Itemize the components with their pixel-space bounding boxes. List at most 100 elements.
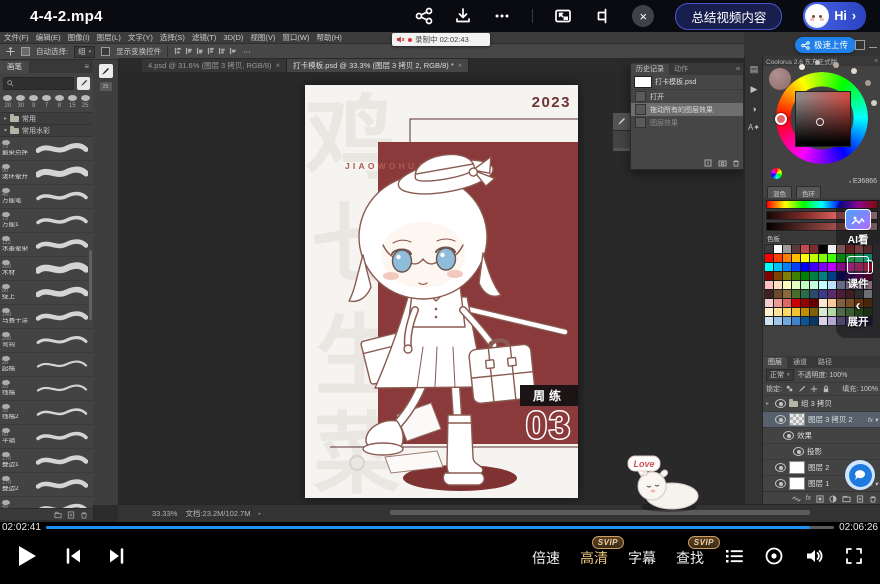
history-item[interactable]: 图层效果 (631, 116, 743, 129)
color-swatch[interactable] (810, 299, 818, 307)
color-swatch[interactable] (783, 290, 791, 298)
expand-button[interactable]: ‹ 展开 (848, 300, 869, 329)
color-swatch[interactable] (765, 263, 773, 271)
color-swatch[interactable] (801, 281, 809, 289)
zoom-level[interactable]: 33.33% (152, 509, 177, 518)
menu-item[interactable]: 滤镜(T) (192, 32, 217, 43)
satellite-swatch[interactable] (833, 62, 839, 68)
brush-list-item[interactable]: 60平铺 (0, 425, 93, 449)
brush-size-cell[interactable]: 25 (79, 95, 91, 109)
options-more-icon[interactable]: ⋯ (243, 47, 251, 56)
hue-cursor[interactable] (775, 113, 787, 125)
align-icon[interactable] (185, 47, 193, 57)
brush-group-row[interactable]: ▸常用 (0, 113, 93, 125)
tab-actions[interactable]: 动作 (669, 64, 693, 74)
color-swatch[interactable] (810, 281, 818, 289)
color-swatch[interactable] (765, 308, 773, 316)
brush-list-item[interactable]: 30线稿2 (0, 401, 93, 425)
mini-wheel-icon[interactable] (771, 168, 782, 179)
active-tool-button[interactable] (99, 64, 113, 78)
layer-effects-icon[interactable]: fx (806, 495, 811, 502)
color-swatch[interactable] (783, 317, 791, 325)
color-swatch[interactable] (783, 308, 791, 316)
new-snapshot-icon[interactable] (718, 159, 727, 167)
color-swatch[interactable] (774, 317, 782, 325)
opacity-value[interactable]: 不透明度: 100% (798, 370, 848, 380)
previous-episode-button[interactable] (64, 547, 82, 570)
visibility-eye-icon[interactable] (783, 431, 794, 440)
menu-item[interactable]: 视图(V) (250, 32, 275, 43)
align-icon[interactable] (174, 47, 182, 57)
brush-list-item[interactable]: 20起稿 (0, 353, 93, 377)
ai-panel-icon[interactable]: A✦ (748, 123, 760, 132)
color-swatch[interactable] (774, 299, 782, 307)
foreground-color-swatch[interactable] (769, 68, 791, 90)
color-swatch[interactable] (765, 299, 773, 307)
align-icon[interactable] (229, 47, 237, 57)
satellite-swatch[interactable] (799, 64, 805, 70)
color-swatch[interactable] (765, 317, 773, 325)
color-swatch[interactable] (819, 254, 827, 262)
color-swatch[interactable] (792, 281, 800, 289)
brush-list-item[interactable]: 90泼环晕开 (0, 161, 93, 185)
summarize-video-button[interactable]: 总结视频内容 (675, 3, 782, 30)
recent-brush-sizes[interactable]: 20309781525 (0, 93, 93, 113)
color-swatch[interactable] (783, 254, 791, 262)
chat-float-button[interactable] (845, 460, 875, 490)
menu-item[interactable]: 文件(F) (4, 32, 29, 43)
fill-value[interactable]: 填充: 100% (842, 384, 878, 394)
layers-tab[interactable]: 图层 (763, 357, 787, 368)
blend-mode-dropdown[interactable]: 正常▾ (766, 369, 794, 381)
color-swatch[interactable] (828, 281, 836, 289)
align-icon[interactable] (196, 47, 204, 57)
new-group-icon[interactable] (842, 495, 851, 503)
color-swatch[interactable] (801, 317, 809, 325)
more-icon[interactable] (493, 7, 511, 25)
playlist-icon[interactable] (724, 547, 744, 570)
color-swatch[interactable] (774, 245, 782, 253)
color-swatch[interactable] (792, 272, 800, 280)
brush-search-input[interactable] (3, 77, 74, 90)
document-tab[interactable]: 4.psd @ 31.6% (图层 3 拷贝, RGB/8)× (142, 59, 287, 72)
lock-position-icon[interactable] (810, 385, 818, 393)
layer-row[interactable]: ▸组 3 拷贝 (763, 396, 880, 412)
align-icon[interactable] (218, 47, 226, 57)
color-swatch[interactable] (765, 245, 773, 253)
color-swatch[interactable] (792, 254, 800, 262)
download-icon[interactable] (454, 7, 472, 25)
show-transform-checkbox[interactable] (101, 47, 110, 56)
window-minimize-icon[interactable] (869, 45, 877, 48)
align-icons[interactable] (174, 47, 237, 57)
color-swatch[interactable] (810, 245, 818, 253)
color-swatch[interactable] (765, 290, 773, 298)
color-swatch[interactable] (801, 254, 809, 262)
brush-list-item[interactable]: 200木材 (0, 257, 93, 281)
expand-caret-icon[interactable]: ▸ (766, 400, 772, 407)
menu-item[interactable]: 图层(L) (97, 32, 121, 43)
new-document-from-state-icon[interactable] (704, 159, 713, 167)
color-swatch[interactable] (810, 308, 818, 316)
color-swatch[interactable] (819, 290, 827, 298)
seek-bar[interactable] (46, 526, 834, 529)
record-screen-icon[interactable] (764, 546, 784, 571)
sv-cursor[interactable] (816, 118, 824, 126)
brush-size-cell[interactable]: 30 (15, 95, 27, 109)
menu-item[interactable]: 图像(I) (68, 32, 90, 43)
color-swatch[interactable] (828, 263, 836, 271)
color-swatch[interactable] (828, 299, 836, 307)
new-folder-icon[interactable] (54, 511, 62, 519)
color-swatch[interactable] (792, 263, 800, 271)
color-swatch[interactable] (765, 254, 773, 262)
floating-mini-toolbar[interactable] (612, 112, 631, 152)
menu-item[interactable]: 窗口(W) (282, 32, 309, 43)
color-swatch[interactable] (828, 290, 836, 298)
color-swatch[interactable] (810, 317, 818, 325)
history-item[interactable]: 打开 (631, 90, 743, 103)
layer-mask-icon[interactable] (816, 495, 824, 503)
brush-list-item[interactable]: 112水墨晕染 (0, 233, 93, 257)
menu-item[interactable]: 帮助(H) (317, 32, 342, 43)
color-swatch[interactable] (819, 299, 827, 307)
brush-list-item[interactable]: 140马赛干涂 (0, 305, 93, 329)
brush-panel-scrollbar[interactable] (89, 250, 92, 320)
color-swatch[interactable] (801, 299, 809, 307)
